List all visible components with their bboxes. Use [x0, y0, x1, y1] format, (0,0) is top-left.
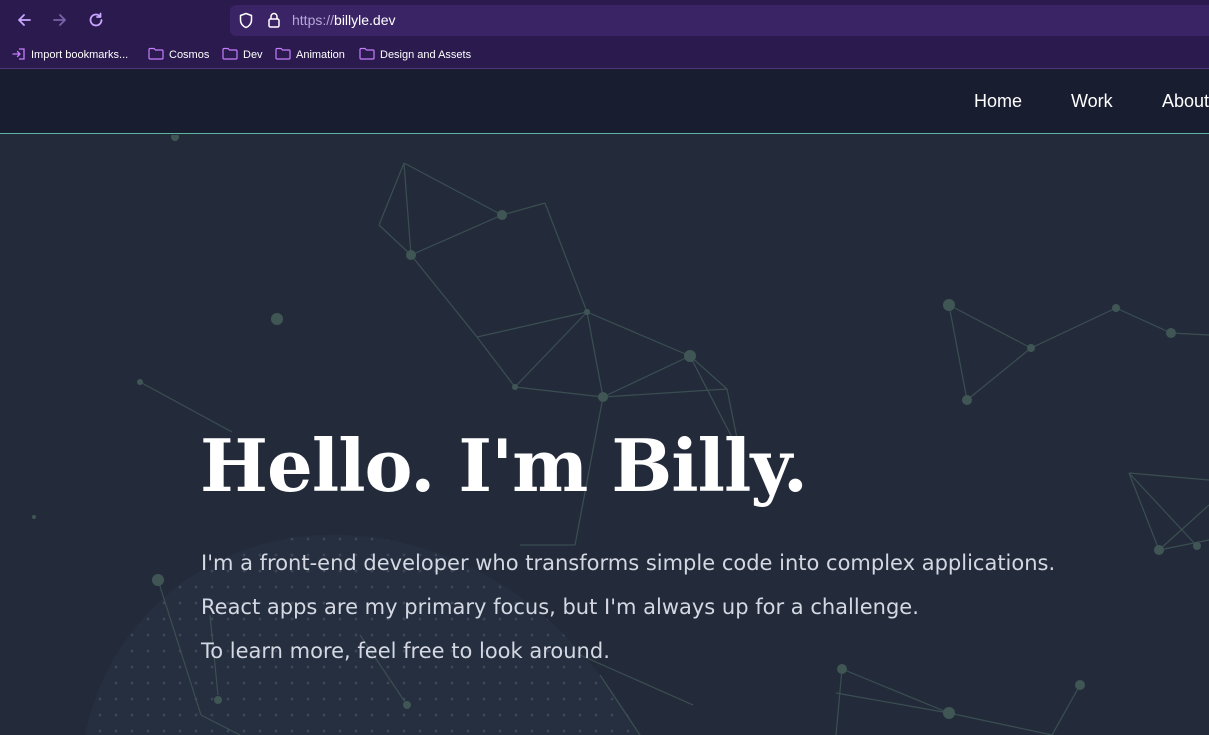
import-icon [12, 47, 26, 64]
reload-icon[interactable] [85, 9, 107, 31]
address-bar[interactable]: https://billyle.dev [230, 5, 1209, 36]
lock-icon[interactable] [266, 11, 282, 33]
bookmark-dev[interactable]: Dev [222, 46, 263, 64]
url-text[interactable]: https://billyle.dev [292, 12, 396, 28]
bookmark-label: Animation [296, 49, 345, 61]
folder-icon [359, 47, 375, 63]
browser-toolbar: https://billyle.dev [0, 0, 1209, 40]
nav-work-link[interactable]: Work [1071, 91, 1113, 112]
back-arrow-icon[interactable] [13, 9, 35, 31]
folder-icon [222, 47, 238, 63]
bookmark-cosmos[interactable]: Cosmos [148, 46, 209, 64]
nav-home-link[interactable]: Home [974, 91, 1022, 112]
bookmarks-bar: Import bookmarks... Cosmos Dev Animation… [0, 40, 1209, 69]
url-host: billyle.dev [334, 12, 396, 28]
hero-intro-line-2: React apps are my primary focus, but I'm… [201, 595, 919, 619]
hero-title: Hello. I'm Billy. [200, 423, 808, 508]
site-header: Home Work About [0, 69, 1209, 134]
bookmark-design-and-assets[interactable]: Design and Assets [359, 46, 471, 64]
bookmark-label: Cosmos [169, 49, 210, 61]
nav-about-link[interactable]: About [1162, 91, 1209, 112]
folder-icon [275, 47, 291, 63]
bookmark-label: Import bookmarks... [31, 49, 129, 61]
bookmark-animation[interactable]: Animation [275, 46, 345, 64]
hero-section: Hello. I'm Billy. I'm a front-end develo… [0, 135, 1209, 735]
folder-icon [148, 47, 164, 63]
bookmark-label: Dev [243, 49, 263, 61]
hero-intro-line-3: To learn more, feel free to look around. [201, 639, 610, 663]
shield-icon[interactable] [238, 12, 254, 33]
forward-arrow-icon[interactable] [49, 9, 71, 31]
bookmark-import[interactable]: Import bookmarks... [12, 46, 128, 64]
bookmark-label: Design and Assets [380, 49, 472, 61]
hero-intro-line-1: I'm a front-end developer who transforms… [201, 551, 1056, 575]
url-scheme: https:// [292, 12, 335, 28]
